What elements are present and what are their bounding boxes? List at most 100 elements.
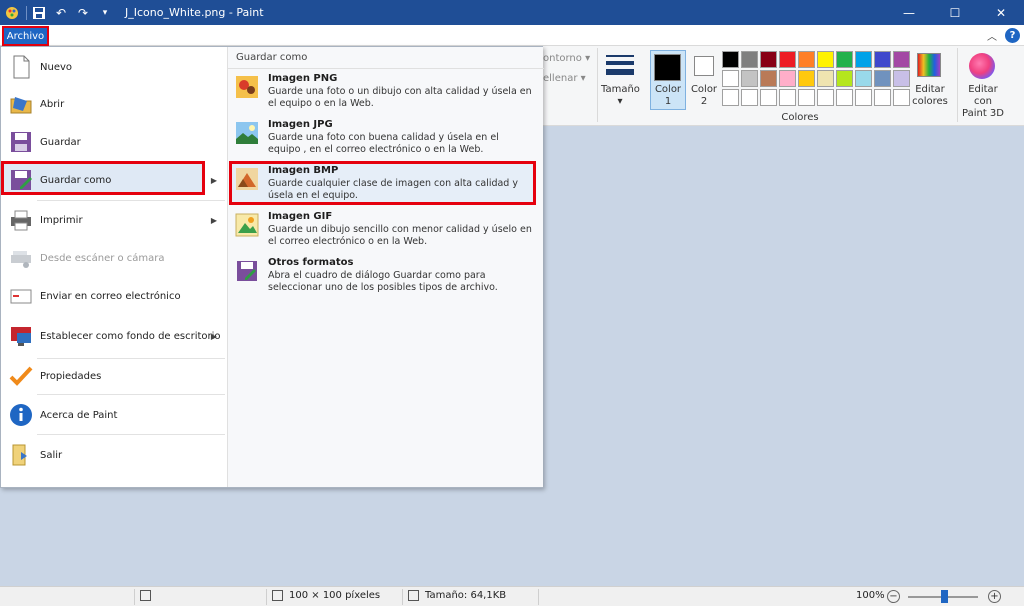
palette-swatch[interactable] [722,70,739,87]
saveas-desc: Guarde una foto con buena calidad y úsel… [268,132,499,155]
tamano-button[interactable]: Tamaño ▾ [601,84,640,108]
saveas-title: Otros formatos [268,257,354,268]
palette-swatch[interactable] [741,51,758,68]
menu-label: Propiedades [40,370,102,382]
minimize-button[interactable]: — [886,0,932,25]
palette-swatch[interactable] [817,70,834,87]
bmp-image-icon [236,168,258,190]
menu-divider [37,394,225,395]
palette-swatch[interactable] [893,51,910,68]
jpg-image-icon [236,122,258,144]
save-disk-icon [11,132,31,152]
editar-paint3d-button[interactable]: Editar con Paint 3D [958,84,1008,120]
palette-swatch[interactable] [836,89,853,106]
palette-swatch[interactable] [722,89,739,106]
palette-swatch[interactable] [836,51,853,68]
rellenar-label: ellenar [543,73,578,84]
zoom-in-button[interactable]: + [988,590,1001,603]
menu-item-nuevo[interactable]: Nuevo [1,48,225,86]
saveas-jpg[interactable]: Imagen JPG Guarde una foto con buena cal… [228,119,542,163]
exit-icon [12,444,27,466]
palette-swatch[interactable] [798,70,815,87]
file-size: Tamaño: 64,1KB [408,590,506,601]
menu-item-guardar-como[interactable]: Guardar como ▶ [1,161,225,199]
archivo-tab[interactable]: Archivo [2,26,49,46]
color2-label: Color 2 [690,84,718,107]
file-size-text: Tamaño: 64,1KB [425,590,507,601]
palette-swatch[interactable] [760,89,777,106]
menu-item-guardar[interactable]: Guardar [1,123,225,161]
guardar-como-submenu: Guardar como Imagen PNG Guarde una foto … [227,47,544,487]
palette-swatch[interactable] [779,51,796,68]
file-menu: Nuevo Abrir Guardar Guardar como ▶ Impri… [0,46,544,488]
save-icon[interactable] [31,5,47,21]
desktop-background-icon [11,327,31,346]
palette-swatch[interactable] [798,51,815,68]
menu-item-propiedades[interactable]: Propiedades [1,357,225,395]
undo-icon[interactable]: ↶ [53,5,69,21]
tab-strip-right: ︿ ? [985,28,1020,43]
disk-icon [408,590,419,601]
submenu-arrow-icon: ▶ [210,215,217,225]
menu-item-enviar-correo[interactable]: Enviar en correo electrónico [1,277,225,315]
edit-colors-icon[interactable] [917,53,941,77]
paint-app-icon[interactable] [4,5,20,21]
palette-swatch[interactable] [874,70,891,87]
saveas-bmp[interactable]: Imagen BMP Guarde cualquier clase de ima… [228,165,542,205]
palette-swatch[interactable] [741,89,758,106]
menu-item-acerca[interactable]: Acerca de Paint [1,396,225,434]
menu-item-fondo-escritorio[interactable]: Establecer como fondo de escritorio ▶ [1,317,225,355]
palette-swatch[interactable] [836,70,853,87]
saveas-gif[interactable]: Imagen GIF Guarde un dibujo sencillo con… [228,211,542,255]
menu-divider [37,434,225,435]
open-folder-icon [10,97,32,114]
color1-swatch [654,54,681,81]
palette-swatch[interactable] [855,89,872,106]
maximize-button[interactable]: ☐ [932,0,978,25]
palette-swatch[interactable] [855,51,872,68]
zoom-out-button[interactable]: − [887,590,900,603]
menu-item-salir[interactable]: Salir [1,436,225,474]
palette-swatch[interactable] [798,89,815,106]
palette-swatch[interactable] [760,51,777,68]
close-button[interactable]: ✕ [978,0,1024,25]
checkmark-icon [9,366,33,386]
status-divider [134,589,135,605]
customize-qat-chevron-icon[interactable]: ▾ [97,5,113,21]
cursor-position [140,590,151,601]
saveas-otros[interactable]: Otros formatos Abra el cuadro de diálogo… [228,257,542,301]
menu-item-abrir[interactable]: Abrir [1,85,225,123]
submenu-header: Guardar como [228,47,544,69]
redo-icon[interactable]: ↷ [75,5,91,21]
saveas-desc: Guarde cualquier clase de imagen con alt… [268,178,518,201]
editar-colores-button[interactable]: Editar colores [908,84,952,108]
palette-swatch[interactable] [855,70,872,87]
menu-item-escaner: Desde escáner o cámara [1,239,225,277]
menu-item-imprimir[interactable]: Imprimir ▶ [1,201,225,239]
size-lines-icon[interactable] [606,55,634,79]
status-divider [538,589,539,605]
colores-group-label: Colores [781,112,819,123]
rellenar-dropdown[interactable]: ellenar ▾ [543,73,586,85]
palette-swatch[interactable] [760,70,777,87]
menu-label: Establecer como fondo de escritorio [40,330,221,342]
palette-swatch[interactable] [817,51,834,68]
paint3d-icon[interactable] [969,53,995,79]
saveas-title: Imagen JPG [268,119,333,130]
palette-swatch[interactable] [722,51,739,68]
zoom-slider-thumb[interactable] [941,590,948,603]
palette-swatch[interactable] [874,89,891,106]
palette-swatch[interactable] [779,89,796,106]
help-icon[interactable]: ? [1005,28,1020,43]
tamano-label: Tamaño [601,84,640,95]
palette-swatch[interactable] [874,51,891,68]
palette-swatch[interactable] [741,70,758,87]
collapse-ribbon-chevron-icon[interactable]: ︿ [985,29,999,43]
save-as-icon [11,170,32,190]
saveas-desc: Abra el cuadro de diálogo Guardar como p… [268,270,498,293]
palette-swatch[interactable] [779,70,796,87]
contorno-dropdown[interactable]: ontorno ▾ [543,53,590,65]
palette-swatch[interactable] [817,89,834,106]
saveas-png[interactable]: Imagen PNG Guarde una foto o un dibujo c… [228,73,542,117]
color2-swatch[interactable] [694,56,714,76]
